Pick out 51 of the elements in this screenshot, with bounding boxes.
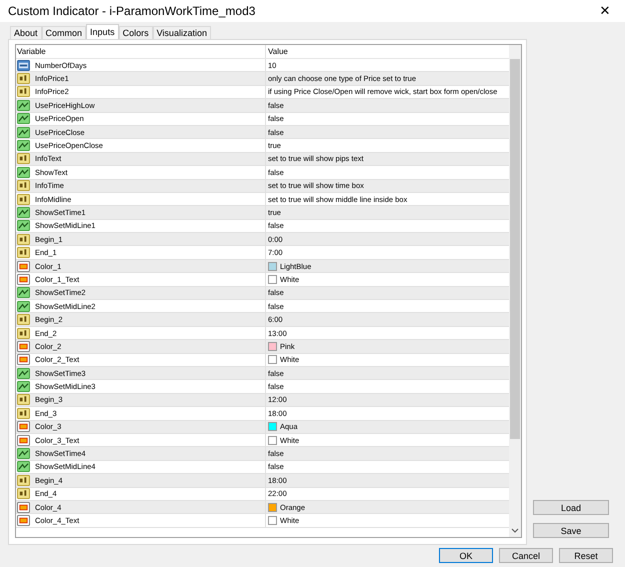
dialog-button[interactable]: Cancel — [499, 548, 553, 563]
toggle-type-icon — [17, 220, 30, 232]
toggle-type-icon — [17, 368, 30, 379]
text-type-icon — [17, 247, 30, 258]
text-type-icon — [17, 73, 30, 84]
dialog-button[interactable]: Reset — [559, 548, 613, 563]
toggle-type-icon — [17, 287, 30, 298]
color-type-icon — [17, 434, 30, 446]
toggle-type-icon — [17, 100, 30, 111]
text-type-icon — [17, 234, 30, 245]
column-header: Variable — [16, 45, 266, 58]
color-type-icon — [17, 421, 30, 432]
text-type-icon — [17, 194, 30, 205]
text-type-icon — [17, 408, 30, 419]
dialog-button[interactable]: OK — [439, 548, 493, 563]
toggle-type-icon — [17, 166, 30, 178]
scroll-down-icon[interactable] — [511, 528, 519, 533]
text-type-icon — [17, 394, 30, 406]
save-button[interactable]: Save — [533, 523, 609, 538]
toggle-type-icon — [17, 300, 30, 312]
scrollbar[interactable] — [509, 45, 521, 537]
integer-type-icon — [17, 60, 30, 71]
text-type-icon — [17, 86, 30, 98]
text-type-icon — [17, 153, 30, 164]
toggle-type-icon — [17, 461, 30, 472]
text-type-icon — [17, 488, 30, 500]
tab[interactable]: Common — [42, 26, 86, 39]
toggle-type-icon — [17, 113, 30, 124]
text-type-icon — [17, 474, 30, 486]
toggle-type-icon — [17, 126, 30, 138]
load-button[interactable]: Load — [533, 500, 609, 515]
text-type-icon — [17, 314, 30, 326]
color-type-icon — [17, 340, 30, 352]
color-type-icon — [17, 514, 30, 526]
column-header: Value — [267, 46, 289, 58]
text-type-icon — [17, 328, 30, 338]
toggle-type-icon — [17, 140, 30, 152]
tab[interactable]: Inputs — [86, 24, 119, 39]
color-type-icon — [17, 260, 30, 272]
tab[interactable]: Colors — [118, 26, 153, 39]
window-title: Custom Indicator - i-ParamonWorkTime_mod3 — [8, 4, 256, 18]
toggle-type-icon — [17, 448, 30, 460]
color-type-icon — [17, 274, 30, 285]
tab[interactable]: About — [10, 26, 42, 39]
text-type-icon — [17, 180, 30, 192]
color-type-icon — [17, 502, 30, 513]
toggle-type-icon — [17, 381, 30, 392]
close-button[interactable]: ✕ — [585, 0, 625, 22]
toggle-type-icon — [17, 206, 30, 218]
tab[interactable]: Visualization — [152, 26, 211, 39]
color-type-icon — [17, 354, 30, 366]
